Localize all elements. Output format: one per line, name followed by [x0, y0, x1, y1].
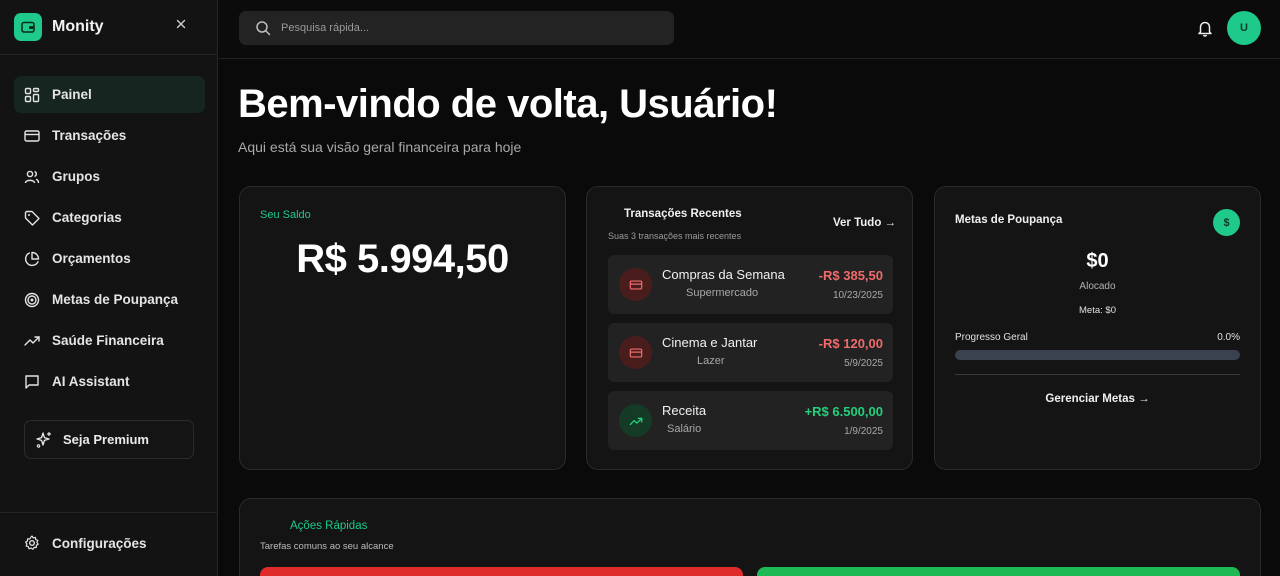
sidebar-item-categorias[interactable]: Categorias — [14, 199, 205, 236]
transaction-category: Salário — [667, 423, 702, 435]
tag-icon — [24, 210, 40, 226]
sidebar-item-label: Orçamentos — [52, 251, 131, 266]
transaction-date: 10/23/2025 — [832, 290, 883, 301]
quick-actions-card: Ações Rápidas Tarefas comuns ao seu alca… — [239, 498, 1261, 576]
balance-value: R$ 5.994,50 — [296, 237, 509, 281]
goals-allocated-label: Alocado — [1079, 281, 1116, 292]
recent-transactions-card: Transações Recentes Suas 3 transações ma… — [586, 186, 913, 470]
sidebar-item-label: Saúde Financeira — [52, 333, 164, 348]
quick-action-income-button[interactable] — [757, 567, 1240, 576]
topbar: U — [219, 0, 1280, 59]
sidebar-item-grupos[interactable]: Grupos — [14, 158, 205, 195]
close-icon[interactable] — [172, 17, 190, 35]
sidebar-item-label: Categorias — [52, 210, 122, 225]
goals-title: Metas de Poupança — [955, 214, 1063, 226]
transaction-date: 1/9/2025 — [844, 426, 883, 437]
settings-label: Configurações — [52, 535, 147, 551]
divider — [955, 374, 1240, 375]
grid-icon — [24, 87, 40, 103]
credit-card-icon — [24, 128, 40, 144]
goals-target: Meta: $0 — [1079, 305, 1116, 316]
sidebar: Monity Painel Transações Grupos Categori… — [0, 0, 218, 576]
target-icon — [24, 292, 40, 308]
sidebar-item-label: Transações — [52, 128, 127, 143]
sidebar-item-label: Painel — [52, 87, 92, 102]
transaction-amount: -R$ 120,00 — [818, 336, 883, 351]
transaction-item[interactable]: Cinema e Jantar Lazer -R$ 120,00 5/9/202… — [608, 323, 893, 382]
sidebar-item-label: Grupos — [52, 169, 101, 184]
progress-bar — [955, 350, 1240, 360]
premium-label: Seja Premium — [63, 432, 149, 447]
credit-card-icon — [619, 268, 652, 301]
dollar-icon: $ — [1213, 209, 1240, 236]
message-square-icon — [24, 374, 40, 390]
users-icon — [24, 169, 40, 185]
transaction-name: Receita — [662, 403, 707, 418]
transaction-item[interactable]: Receita Salário +R$ 6.500,00 1/9/2025 — [608, 391, 893, 450]
sidebar-item-label: AI Assistant — [52, 374, 130, 389]
balance-card: Seu Saldo R$ 5.994,50 — [239, 186, 566, 470]
sidebar-item-painel[interactable]: Painel — [14, 76, 205, 113]
transaction-date: 5/9/2025 — [844, 358, 883, 369]
transaction-name: Cinema e Jantar — [662, 335, 758, 350]
quick-action-expense-button[interactable] — [260, 567, 743, 576]
transaction-amount: -R$ 385,50 — [818, 268, 883, 283]
avatar[interactable]: U — [1227, 11, 1261, 45]
sidebar-item-ai-assistant[interactable]: AI Assistant — [14, 363, 205, 400]
trending-up-icon — [619, 404, 652, 437]
transaction-category: Lazer — [697, 355, 725, 367]
sidebar-item-orcamentos[interactable]: Orçamentos — [14, 240, 205, 277]
view-all-link[interactable]: Ver Tudo → — [833, 217, 896, 229]
sidebar-item-saude[interactable]: Saúde Financeira — [14, 322, 205, 359]
search-icon — [255, 20, 271, 36]
app-name: Monity — [52, 18, 104, 35]
sparkles-icon — [35, 431, 53, 449]
sidebar-nav: Painel Transações Grupos Categorias Orça… — [14, 76, 205, 404]
gear-icon — [24, 535, 40, 551]
progress-percent: 0.0% — [1217, 332, 1240, 343]
search-box[interactable] — [239, 11, 674, 45]
sidebar-footer: Configurações — [0, 512, 218, 576]
quick-actions-title: Ações Rápidas — [290, 520, 368, 532]
manage-goals-link[interactable]: Gerenciar Metas → — [935, 393, 1260, 405]
trending-up-icon — [24, 333, 40, 349]
sidebar-item-transacoes[interactable]: Transações — [14, 117, 205, 154]
credit-card-icon — [619, 336, 652, 369]
quick-actions-subtitle: Tarefas comuns ao seu alcance — [260, 541, 394, 552]
page-title: Bem-vindo de volta, Usuário! — [238, 82, 778, 126]
pie-chart-icon — [24, 251, 40, 267]
settings-button[interactable]: Configurações — [24, 535, 147, 551]
transaction-name: Compras da Semana — [662, 267, 785, 282]
transaction-amount: +R$ 6.500,00 — [804, 404, 883, 419]
transaction-item[interactable]: Compras da Semana Supermercado -R$ 385,5… — [608, 255, 893, 314]
balance-label: Seu Saldo — [260, 209, 311, 221]
progress-label: Progresso Geral — [955, 332, 1028, 343]
premium-button[interactable]: Seja Premium — [24, 420, 194, 459]
savings-goals-card: Metas de Poupança $ $0 Alocado Meta: $0 … — [934, 186, 1261, 470]
page-subtitle: Aqui está sua visão geral financeira par… — [238, 139, 522, 155]
brand-header: Monity — [0, 0, 218, 55]
transaction-category: Supermercado — [686, 287, 759, 299]
recent-title: Transações Recentes — [624, 208, 742, 220]
bell-icon[interactable] — [1196, 19, 1214, 37]
sidebar-item-label: Metas de Poupança — [52, 292, 179, 307]
recent-subtitle: Suas 3 transações mais recentes — [608, 231, 742, 241]
sidebar-item-metas[interactable]: Metas de Poupança — [14, 281, 205, 318]
wallet-icon — [14, 13, 42, 41]
search-input[interactable] — [281, 22, 641, 34]
app-root: Monity Painel Transações Grupos Categori… — [0, 0, 1280, 576]
goals-amount: $0 — [1086, 250, 1109, 272]
